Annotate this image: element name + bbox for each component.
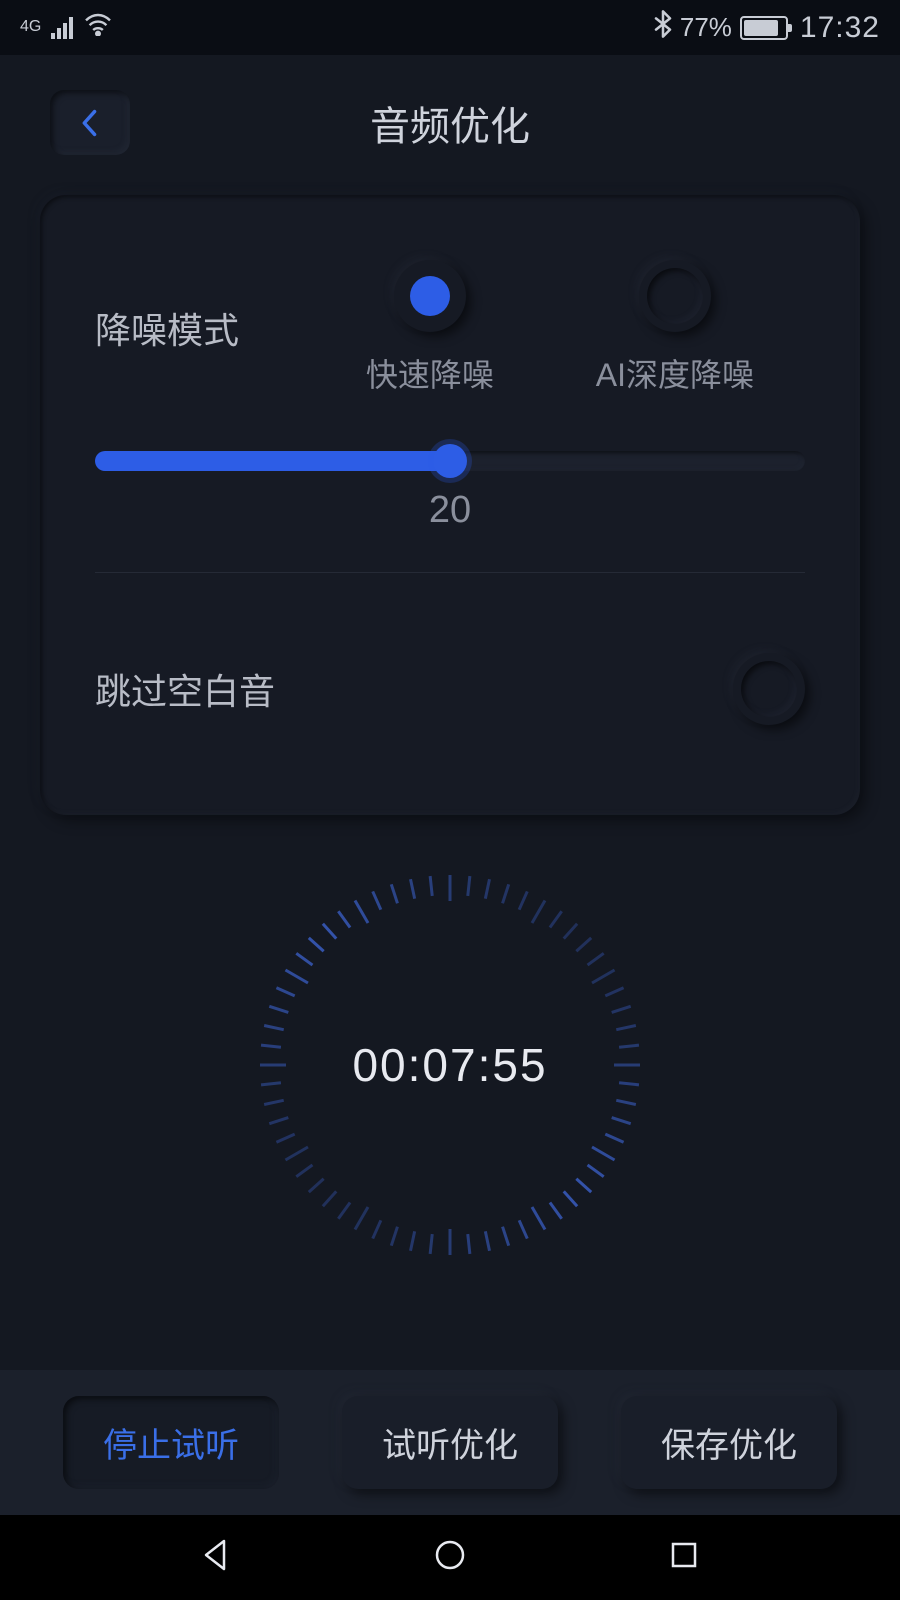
preview-optimize-button[interactable]: 试听优化 (342, 1396, 558, 1489)
bluetooth-icon (654, 10, 672, 45)
nav-back-button[interactable] (198, 1537, 234, 1578)
battery-icon (740, 16, 788, 40)
timer-dial: 00:07:55 (260, 875, 640, 1255)
clock-text: 17:32 (800, 11, 880, 45)
status-bar: 4G 77% 17:32 (0, 0, 900, 55)
slider-value: 20 (95, 489, 805, 532)
page-title: 音频优化 (0, 94, 900, 152)
battery-text: 77% (680, 12, 732, 43)
stop-preview-button[interactable]: 停止试听 (63, 1396, 279, 1489)
noise-slider[interactable] (95, 451, 805, 471)
signal-icon (51, 17, 73, 39)
slider-thumb[interactable] (433, 444, 467, 478)
nav-home-button[interactable] (432, 1537, 468, 1578)
save-optimize-button[interactable]: 保存优化 (621, 1396, 837, 1489)
chevron-left-icon (76, 107, 104, 139)
nav-recent-button[interactable] (666, 1537, 702, 1578)
android-nav-bar (0, 1515, 900, 1600)
timer-text: 00:07:55 (352, 1038, 547, 1092)
noise-mode-ai-label: AI深度降噪 (596, 350, 754, 396)
wifi-icon (83, 12, 113, 43)
noise-mode-label: 降噪模式 (95, 302, 315, 354)
back-button[interactable] (50, 90, 130, 155)
noise-mode-fast-radio[interactable] (394, 260, 466, 332)
skip-blank-label: 跳过空白音 (95, 663, 275, 715)
noise-mode-ai-radio[interactable] (639, 260, 711, 332)
settings-card: 降噪模式 快速降噪 AI深度降噪 20 跳过空白音 (40, 195, 860, 815)
divider (95, 572, 805, 573)
network-label: 4G (20, 20, 41, 34)
action-bar: 停止试听 试听优化 保存优化 (0, 1370, 900, 1515)
slider-fill (95, 451, 450, 471)
noise-mode-fast-label: 快速降噪 (366, 350, 494, 396)
skip-blank-toggle[interactable] (733, 653, 805, 725)
